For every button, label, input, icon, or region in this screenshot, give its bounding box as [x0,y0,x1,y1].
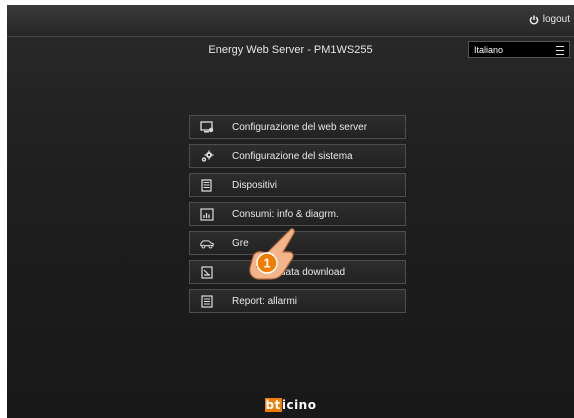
devices-icon [200,178,214,192]
menu-item-report-alarms[interactable]: Report: allarmi [189,289,406,313]
bticino-logo: bticino [7,398,574,412]
logout-button[interactable]: logout [529,14,570,25]
language-selected: Italiano [474,45,504,55]
download-icon [200,265,214,279]
menu-item-label: Configurazione del web server [232,121,368,133]
logo-highlight: bt [264,398,282,412]
power-icon [529,15,539,25]
top-bar: logout [7,5,574,37]
gears-icon [200,149,214,163]
menu-item-label: Configurazione del sistema [232,150,353,162]
pointing-hand-icon: 1 [249,228,295,280]
menu-item-devices[interactable]: Dispositivi [189,173,406,197]
menu-item-consumption[interactable]: Consumi: info & diagrm. [189,202,406,226]
hamburger-icon [556,46,564,55]
chart-icon [200,207,214,221]
car-icon [200,236,214,250]
menu-item-label: Consumi: info & diagrm. [232,208,339,220]
app-screen: logout Energy Web Server - PM1WS255 Ital… [7,5,574,418]
monitor-config-icon [200,120,214,134]
step-number: 1 [263,256,270,271]
menu-item-web-server-config[interactable]: Configurazione del web server [189,115,406,139]
logo-rest: icino [281,398,317,412]
report-icon [200,294,214,308]
menu-item-system-config[interactable]: Configurazione del sistema [189,144,406,168]
menu-item-label: Dispositivi [232,179,278,191]
menu-item-label: Report: allarmi [232,295,298,307]
logout-label: logout [542,14,570,25]
language-select[interactable]: Italiano [468,41,570,58]
